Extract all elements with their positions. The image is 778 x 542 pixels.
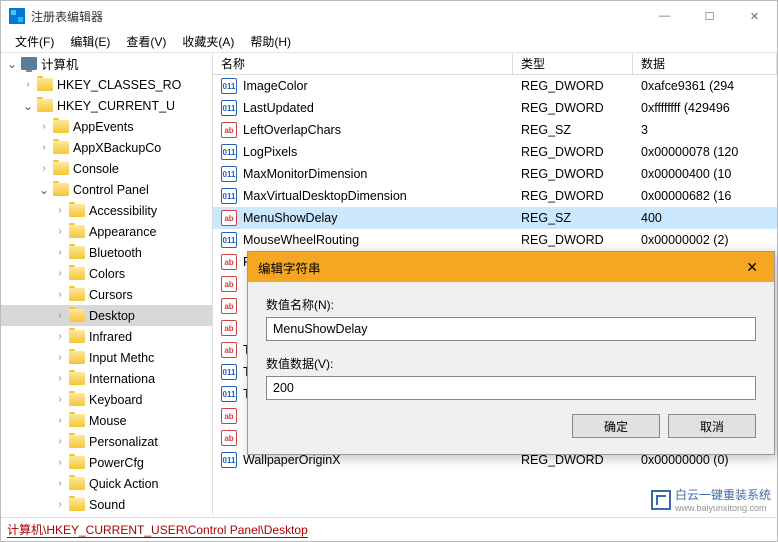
dialog-body: 数值名称(N): 数值数据(V): 确定 取消 xyxy=(248,282,774,454)
dialog-title-bar[interactable]: 编辑字符串 ✕ xyxy=(248,252,774,282)
dialog-title: 编辑字符串 xyxy=(258,258,321,277)
cancel-button[interactable]: 取消 xyxy=(668,414,756,438)
value-data-label: 数值数据(V): xyxy=(266,355,756,372)
dialog-close-button[interactable]: ✕ xyxy=(740,259,764,276)
value-name-input[interactable] xyxy=(266,317,756,341)
ok-button[interactable]: 确定 xyxy=(572,414,660,438)
value-data-input[interactable] xyxy=(266,376,756,400)
value-name-label: 数值名称(N): xyxy=(266,296,756,313)
edit-string-dialog: 编辑字符串 ✕ 数值名称(N): 数值数据(V): 确定 取消 xyxy=(247,251,775,455)
dialog-overlay: 编辑字符串 ✕ 数值名称(N): 数值数据(V): 确定 取消 xyxy=(1,1,777,541)
